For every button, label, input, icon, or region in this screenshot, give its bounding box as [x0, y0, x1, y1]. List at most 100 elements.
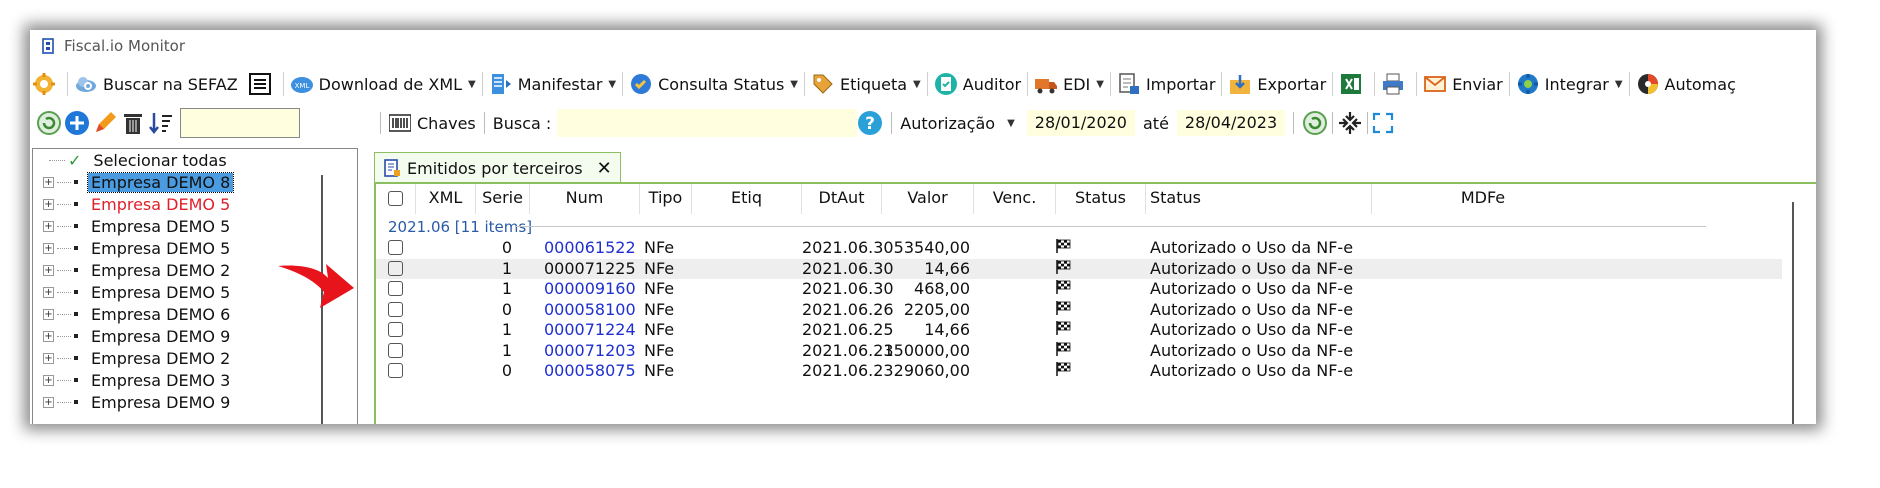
auditor-button[interactable]: Auditor: [932, 68, 1023, 100]
column-header[interactable]: Tipo: [640, 184, 692, 214]
chevron-down-icon: ▼: [468, 78, 476, 90]
expand-plus-icon[interactable]: +: [43, 198, 54, 210]
date-from-field[interactable]: 28/01/2020: [1026, 110, 1135, 136]
checkbox[interactable]: [388, 191, 403, 206]
check-icon: ✓: [68, 150, 82, 170]
tree-item-company[interactable]: + Empresa DEMO 9: [33, 325, 357, 347]
column-header[interactable]: MDFe: [1372, 184, 1594, 214]
chaves-button[interactable]: Chaves: [389, 114, 476, 133]
table-row[interactable]: 0 000058075 NFe 2021.06.23 29060,00 Autorizad…: [376, 361, 1782, 381]
row-checkbox[interactable]: [388, 322, 403, 337]
select-all-row[interactable]: ✓ Selecionar todas: [33, 149, 357, 171]
date-type-select[interactable]: Autorização ▼: [900, 114, 1014, 133]
column-header[interactable]: Status: [1056, 184, 1146, 214]
column-header[interactable]: Etiq: [692, 184, 802, 214]
trash-icon[interactable]: [120, 110, 146, 136]
expand-plus-icon[interactable]: +: [43, 352, 54, 364]
cell-num[interactable]: 000071203: [544, 341, 640, 361]
cell-serie: 0: [501, 238, 512, 257]
column-header[interactable]: DtAut: [802, 184, 882, 214]
row-checkbox[interactable]: [388, 260, 403, 276]
tree-item-company[interactable]: + Empresa DEMO 9: [33, 391, 357, 413]
tree-item-company[interactable]: + Empresa DEMO 2: [33, 347, 357, 369]
tree-item-company[interactable]: + Empresa DEMO 5: [33, 237, 357, 259]
cell-num[interactable]: 000061522: [544, 238, 640, 258]
cell-valor: 29060,00: [893, 361, 970, 380]
etiqueta-button[interactable]: Etiqueta ▼: [809, 68, 923, 100]
table-row[interactable]: 1 000071224 NFe 2021.06.25 14,66 Autorizado o…: [376, 320, 1782, 340]
settings-button[interactable]: [30, 68, 63, 100]
excel-button[interactable]: [1337, 68, 1370, 100]
table-row[interactable]: 0 000058100 NFe 2021.06.26 2205,00 Autorizado…: [376, 300, 1782, 320]
buscar-sefaz-button[interactable]: Buscar na SEFAZ: [72, 68, 240, 100]
column-header[interactable]: Num: [530, 184, 640, 214]
column-header[interactable]: XML: [416, 184, 476, 214]
cell-valor: 14,66: [924, 258, 970, 278]
expand-plus-icon[interactable]: +: [43, 176, 54, 188]
close-icon[interactable]: ✕: [597, 158, 612, 179]
busca-input[interactable]: [557, 109, 858, 137]
tree-line: [57, 291, 71, 293]
expand-plus-icon[interactable]: +: [43, 242, 54, 254]
download-xml-button[interactable]: XML Download de XML ▼: [288, 68, 478, 100]
automacao-button[interactable]: Automaç: [1634, 68, 1738, 100]
tree-line: [49, 159, 65, 161]
add-circle-icon[interactable]: [64, 110, 90, 136]
pencil-icon[interactable]: [92, 110, 118, 136]
print-button[interactable]: [1379, 68, 1412, 100]
tree-search-input[interactable]: [180, 108, 300, 138]
expand-plus-icon[interactable]: +: [43, 308, 54, 320]
table-row[interactable]: 1 000009160 NFe 2021.06.30 468,00 Autorizado …: [376, 279, 1782, 299]
header-select-all[interactable]: [376, 184, 416, 214]
row-checkbox[interactable]: [388, 301, 403, 317]
table-row[interactable]: 1 000071225 NFe 2021.06.30 14,66 Autorizado o…: [376, 258, 1782, 279]
tree-item-company[interactable]: + Empresa DEMO 8: [33, 171, 357, 193]
expand-plus-icon[interactable]: +: [43, 264, 54, 276]
column-header[interactable]: Serie: [476, 184, 530, 214]
column-header[interactable]: Valor: [882, 184, 974, 214]
cell-num[interactable]: 000058075: [544, 361, 640, 381]
enviar-button[interactable]: Enviar: [1421, 68, 1505, 100]
export-box-icon: [1230, 75, 1251, 94]
collapse-icon[interactable]: [1337, 110, 1363, 136]
checkered-flag-icon: [1056, 321, 1071, 335]
xml-cloud-icon: XML: [290, 77, 313, 93]
cell-num[interactable]: 000009160: [544, 279, 640, 299]
list-view-button[interactable]: [246, 68, 279, 100]
expand-icon[interactable]: [1372, 112, 1394, 134]
cell-status: Autorizado o Uso da NF-e: [1150, 258, 1354, 278]
column-header[interactable]: Venc.: [974, 184, 1056, 214]
tree-item-company[interactable]: + Empresa DEMO 5: [33, 215, 357, 237]
column-header[interactable]: Status: [1146, 184, 1372, 214]
tab-emitidos-por-terceiros[interactable]: Emitidos por terceiros ✕: [374, 152, 621, 183]
sort-icon[interactable]: [148, 110, 174, 136]
grid-scrollbar[interactable]: [1792, 202, 1794, 424]
expand-plus-icon[interactable]: +: [43, 220, 54, 232]
refresh-icon[interactable]: [1302, 110, 1328, 136]
expand-plus-icon[interactable]: +: [43, 286, 54, 298]
cell-num[interactable]: 000071224: [544, 320, 640, 340]
tree-item-company[interactable]: + Empresa DEMO 3: [33, 369, 357, 391]
integrar-button[interactable]: Integrar ▼: [1514, 68, 1625, 100]
cell-num[interactable]: 000058100: [544, 300, 640, 320]
expand-plus-icon[interactable]: +: [43, 396, 54, 408]
edi-button[interactable]: EDI ▼: [1032, 68, 1106, 100]
exportar-button[interactable]: Exportar: [1226, 68, 1328, 100]
help-icon[interactable]: ?: [857, 110, 883, 136]
row-checkbox[interactable]: [388, 281, 403, 296]
expand-plus-icon[interactable]: +: [43, 374, 54, 386]
table-row[interactable]: 0 000061522 NFe 2021.06.30 53540,00 Autorizad…: [376, 238, 1782, 258]
row-checkbox[interactable]: [388, 363, 403, 378]
manifestar-button[interactable]: Manifestar ▼: [487, 68, 618, 100]
importar-button[interactable]: Importar: [1115, 68, 1217, 100]
chevron-down-icon: ▼: [1007, 117, 1015, 129]
refresh-icon[interactable]: [36, 110, 62, 136]
date-to-field[interactable]: 28/04/2023: [1176, 110, 1286, 136]
row-checkbox[interactable]: [388, 240, 403, 255]
consulta-status-button[interactable]: Consulta Status ▼: [627, 68, 800, 100]
expand-plus-icon[interactable]: +: [43, 330, 54, 342]
row-checkbox[interactable]: [388, 342, 403, 358]
tree-item-company[interactable]: + Empresa DEMO 5: [33, 193, 357, 215]
table-row[interactable]: 1 000071203 NFe 2021.06.23 150000,00 Autoriza…: [376, 341, 1782, 361]
group-header[interactable]: 2021.06 [11 items]: [388, 218, 532, 236]
